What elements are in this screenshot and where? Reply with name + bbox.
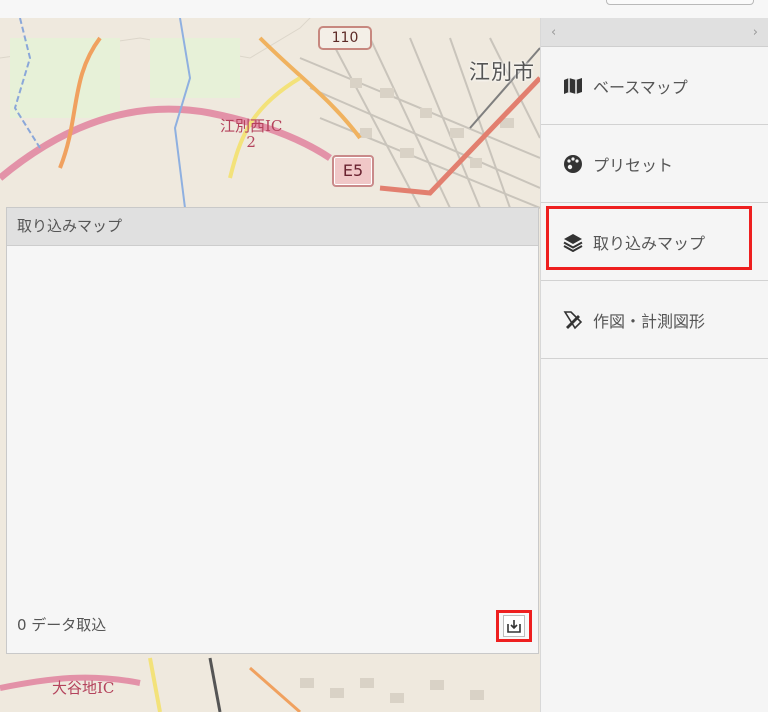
sidebar-item-basemap[interactable]: ベースマップ — [541, 47, 768, 125]
interchange-label-top: 江別西IC 2 — [220, 118, 282, 150]
interchange-number: 2 — [246, 133, 256, 151]
scroll-left-button[interactable]: ‹ — [551, 25, 556, 40]
sidebar: ‹ › ベースマップ プリセット 取り込みマップ 作図・計測図形 — [540, 18, 768, 712]
top-bar — [0, 0, 768, 19]
palette-icon — [561, 152, 585, 176]
import-data-button[interactable] — [496, 610, 532, 642]
panel-title: 取り込みマップ — [7, 208, 538, 246]
top-bar-button[interactable] — [606, 0, 754, 5]
interchange-name: 江別西IC — [220, 117, 283, 135]
pencil-ruler-icon — [561, 308, 585, 332]
sidebar-item-presets[interactable]: プリセット — [541, 125, 768, 203]
sidebar-item-imported-map[interactable]: 取り込みマップ — [541, 203, 768, 281]
download-icon — [503, 615, 525, 637]
expressway-shield: E5 — [332, 155, 374, 187]
interchange-label-bottom: 大谷地IC — [52, 679, 115, 697]
scroll-right-button[interactable]: › — [753, 25, 758, 40]
imported-map-panel: 取り込みマップ 0 データ取込 — [6, 207, 539, 654]
sidebar-item-drawing-measure[interactable]: 作図・計測図形 — [541, 281, 768, 359]
map-icon — [561, 74, 585, 98]
city-label: 江別市 — [469, 60, 535, 84]
route-shield: 110 — [318, 26, 372, 50]
sidebar-item-label: プリセット — [593, 155, 674, 175]
data-count-label: 0 データ取込 — [17, 616, 107, 634]
sidebar-item-label: 作図・計測図形 — [593, 311, 706, 331]
sidebar-scroll-bar: ‹ › — [541, 18, 768, 47]
sidebar-item-label: ベースマップ — [593, 77, 688, 97]
selection-highlight — [546, 206, 752, 270]
